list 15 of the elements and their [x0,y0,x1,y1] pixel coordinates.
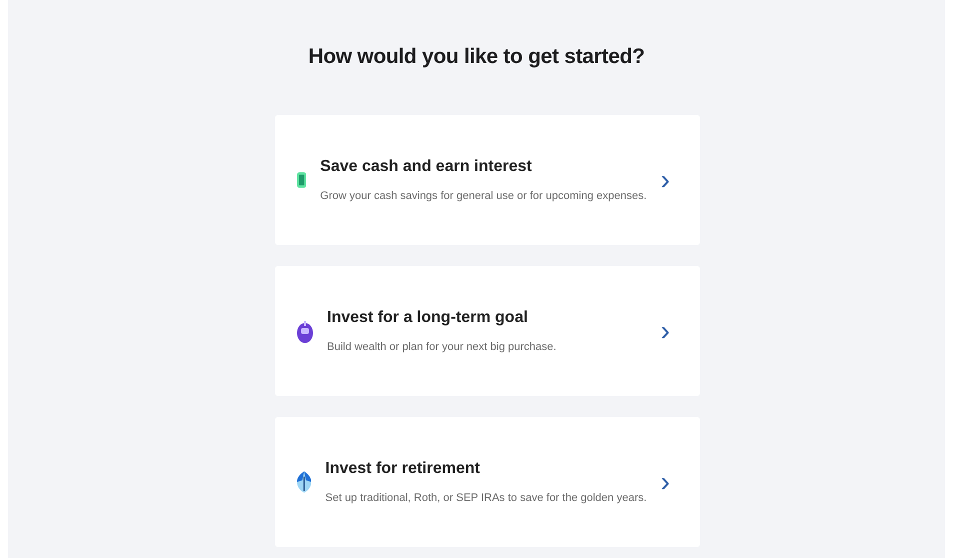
chevron-icon: › [660,166,670,194]
option-card[interactable]: Save cash and earn interest Grow your cash savings for general use or for upcoming expenses. › [275,115,700,245]
option-description: Build wealth or plan for your next big purchase. [327,341,558,353]
option-title: Save cash and earn interest [320,158,533,176]
robot-icon [297,319,313,343]
option-title: Invest for a long-term goal [327,309,529,327]
option-title: Invest for retirement [325,460,481,478]
option-card[interactable]: Invest for retirement Set up traditional, Roth, or SEP IRAs to save for the golden years. › [275,417,700,547]
chevron-icon: › [660,317,670,345]
page-heading: How would you like to get started? [308,45,645,69]
shield-icon [297,470,312,494]
option-description: Grow your cash savings for general use or for upcoming expenses. [320,190,647,202]
option-card[interactable]: Invest for a long-term goal Build wealth or plan for your next big purchase. › [275,266,700,396]
chevron-icon: › [660,468,670,496]
option-description: Set up traditional, Roth, or SEP IRAs to save for the golden years. [325,492,647,504]
